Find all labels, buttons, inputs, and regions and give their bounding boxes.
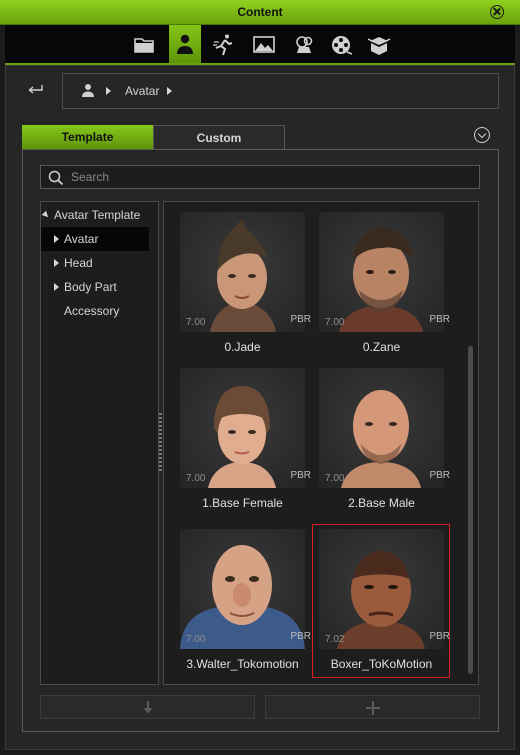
panel-splitter-handle[interactable]	[159, 413, 162, 471]
pbr-badge: PBR	[429, 314, 450, 325]
tab-template[interactable]: Template	[22, 125, 153, 149]
pbr-badge: PBR	[290, 470, 311, 481]
tree-item-label: Accessory	[64, 304, 120, 318]
scene-icon[interactable]	[248, 29, 280, 61]
motion-icon[interactable]	[208, 29, 240, 61]
breadcrumb-chevron-icon	[106, 87, 111, 95]
plus-icon	[365, 701, 380, 715]
film-reel-icon[interactable]	[326, 29, 358, 61]
breadcrumb-home-user-icon[interactable]	[81, 83, 95, 100]
back-arrow-icon[interactable]	[26, 82, 46, 98]
chevron-down-circle-icon[interactable]	[474, 127, 490, 143]
search-input[interactable]	[71, 168, 471, 186]
window-title: Content	[237, 5, 283, 19]
tile-name: 1.Base Female	[202, 496, 283, 510]
expand-triangle-icon[interactable]	[41, 210, 51, 220]
title-bar: Content	[0, 0, 520, 25]
avatar-thumbnail	[180, 529, 305, 649]
tree-root-label: Avatar Template	[54, 208, 141, 222]
breadcrumb-chevron-icon[interactable]	[167, 87, 172, 95]
collapsed-triangle-icon[interactable]	[54, 235, 59, 243]
breadcrumb: Avatar	[62, 73, 499, 109]
grid-scrollbar[interactable]	[468, 346, 473, 674]
content-type-tabbar	[5, 25, 515, 65]
version-label: 7.00	[186, 317, 206, 328]
tree-item-accessory[interactable]: Accessory	[41, 299, 158, 323]
tree-item-body-part[interactable]: Body Part	[41, 275, 158, 299]
avatar-thumbnail	[319, 529, 444, 649]
add-button[interactable]	[265, 695, 480, 719]
tile-name: 0.Jade	[224, 340, 261, 354]
version-label: 7.00	[186, 473, 206, 484]
avatar-thumbnail	[180, 368, 305, 488]
template-tile[interactable]: 7.00 PBR 0.Zane	[319, 212, 458, 362]
tile-name: 3.Walter_Tokomotion	[186, 657, 299, 671]
version-label: 7.00	[325, 317, 345, 328]
search-box	[40, 165, 480, 189]
category-tree: Avatar Template Avatar Head Body Part Ac…	[40, 201, 159, 685]
package-icon[interactable]	[363, 29, 395, 61]
folder-icon[interactable]	[128, 29, 160, 61]
collapsed-triangle-icon[interactable]	[54, 283, 59, 291]
search-icon	[48, 170, 64, 186]
version-label: 7.00	[325, 473, 345, 484]
tile-name: 2.Base Male	[348, 496, 415, 510]
tree-root-avatar-template[interactable]: Avatar Template	[41, 203, 158, 227]
avatar-thumbnail	[319, 212, 444, 332]
version-label: 7.02	[325, 634, 345, 645]
tree-item-label: Avatar	[64, 232, 99, 246]
version-label: 7.00	[186, 634, 206, 645]
tab-custom[interactable]: Custom	[153, 125, 285, 150]
down-arrow-icon	[143, 701, 152, 714]
tree-item-avatar[interactable]: Avatar	[41, 227, 149, 251]
pbr-badge: PBR	[290, 631, 311, 642]
download-button[interactable]	[40, 695, 255, 719]
pbr-badge: PBR	[429, 470, 450, 481]
tile-name: 0.Zane	[362, 340, 401, 354]
template-tile-selected[interactable]: 7.02 PBR Boxer_ToKoMotion	[312, 524, 458, 679]
close-icon[interactable]	[490, 5, 504, 19]
avatar-thumbnail	[180, 212, 305, 332]
breadcrumb-item-avatar[interactable]: Avatar	[125, 84, 159, 98]
tree-item-head[interactable]: Head	[41, 251, 158, 275]
props-icon[interactable]	[288, 29, 320, 61]
avatar-icon[interactable]	[169, 25, 201, 63]
tile-name: Boxer_ToKoMotion	[330, 657, 433, 671]
pbr-badge: PBR	[290, 314, 311, 325]
pbr-badge: PBR	[429, 631, 450, 642]
template-tile[interactable]: 7.00 PBR 3.Walter_Tokomotion	[180, 529, 319, 679]
tree-item-label: Body Part	[64, 280, 117, 294]
collapsed-triangle-icon[interactable]	[54, 259, 59, 267]
tree-item-label: Head	[64, 256, 93, 270]
template-tile[interactable]: 7.00 PBR 0.Jade	[180, 212, 319, 362]
avatar-thumbnail	[319, 368, 444, 488]
template-tile[interactable]: 7.00 PBR 1.Base Female	[180, 368, 319, 518]
template-tile[interactable]: 7.00 PBR 2.Base Male	[319, 368, 458, 518]
